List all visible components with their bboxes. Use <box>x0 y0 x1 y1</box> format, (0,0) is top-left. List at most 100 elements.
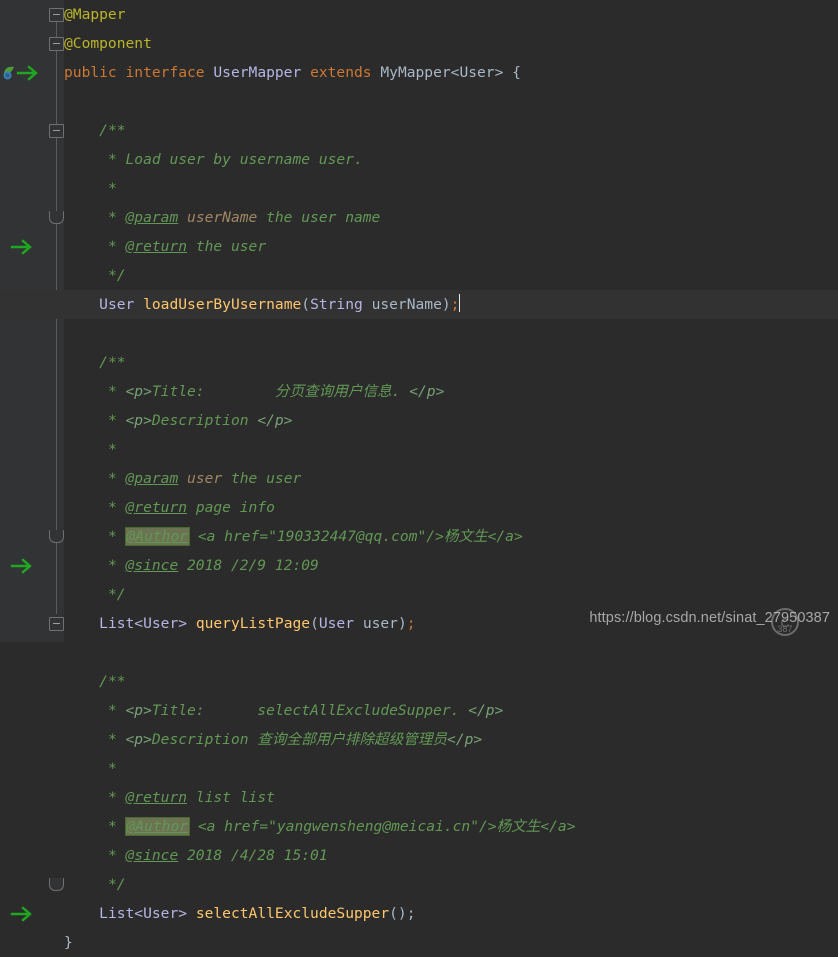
code-token: List<User> <box>99 615 188 632</box>
code-token: * <box>107 702 126 719</box>
code-line[interactable]: */ <box>108 580 126 609</box>
navigate-to-statement-arrow-icon[interactable] <box>8 237 36 257</box>
code-token: <a href="190332447@qq.com"/>杨文生</a> <box>189 528 523 545</box>
code-token: queryListPage <box>195 615 311 632</box>
code-token: 2018 /4/28 15:01 <box>178 847 328 864</box>
code-token: </p> <box>447 731 483 748</box>
code-token: userName <box>371 296 442 313</box>
code-token: </p> <box>409 383 445 400</box>
code-line[interactable]: * @return the user <box>108 232 266 261</box>
code-line[interactable]: * @since 2018 /2/9 12:09 <box>108 551 319 580</box>
code-token: * <box>107 731 126 748</box>
code-folding-column[interactable] <box>43 0 64 891</box>
code-line[interactable]: List<User> queryListPage(User user); <box>99 609 415 638</box>
code-token: * <box>107 847 126 864</box>
code-token: MyMapper<User> { <box>380 64 521 81</box>
code-token: ( <box>301 296 311 313</box>
code-token: @return <box>125 789 188 806</box>
code-token: <p> <box>125 702 152 719</box>
code-token: * <box>107 789 126 806</box>
code-line[interactable]: /** <box>99 348 125 377</box>
code-line[interactable]: * @param user the user <box>108 464 301 493</box>
code-token: public <box>64 64 117 81</box>
code-token: * <box>107 760 117 777</box>
navigate-to-statement-arrow-icon[interactable] <box>8 556 36 576</box>
code-line[interactable]: * @Author <a href="yangwensheng@meicai.c… <box>108 812 575 841</box>
fold-collapse-marker[interactable] <box>49 617 64 631</box>
code-line[interactable]: * <p>Description 查询全部用户排除超级管理员</p> <box>108 725 482 754</box>
code-token: * <box>107 209 126 226</box>
code-line[interactable]: * Load user by username user. <box>108 145 363 174</box>
code-line[interactable]: * <box>108 754 117 783</box>
code-token: * <box>107 238 126 255</box>
code-line[interactable]: * @since 2018 /4/28 15:01 <box>108 841 328 870</box>
code-token: /** <box>99 122 126 139</box>
code-token: </p> <box>468 702 504 719</box>
code-token: </p> <box>257 412 293 429</box>
code-token: user <box>362 615 398 632</box>
fold-region-end-marker[interactable] <box>49 530 64 543</box>
code-line[interactable]: * <p>Title: 分页查询用户信息. </p> <box>108 377 444 406</box>
code-token: /** <box>99 673 126 690</box>
code-token: /** <box>99 354 126 371</box>
code-line[interactable]: * @param userName the user name <box>108 203 380 232</box>
code-token: loadUserByUsername <box>143 296 302 313</box>
code-token: UserMapper <box>213 64 302 81</box>
code-line[interactable]: /** <box>99 116 125 145</box>
code-line[interactable]: */ <box>108 261 126 290</box>
code-token: User <box>99 296 135 313</box>
code-token: */ <box>107 267 126 284</box>
code-line[interactable]: * @return page info <box>108 493 275 522</box>
code-editor[interactable]: @Mapper @Component public interface UserMa… <box>0 0 838 951</box>
code-line[interactable]: * <box>108 435 117 464</box>
code-token: selectAllExcludeSupper <box>195 905 390 922</box>
code-line[interactable]: * <p>Title: selectAllExcludeSupper. </p> <box>108 696 503 725</box>
code-token: * <box>107 557 126 574</box>
code-token: user <box>187 470 223 487</box>
text-caret <box>459 294 461 312</box>
code-line[interactable]: } <box>64 928 73 957</box>
code-token: User <box>318 615 355 632</box>
code-text-area[interactable]: @Mapper @Component public interface UserMa… <box>0 0 838 951</box>
code-line[interactable]: * @return list list <box>108 783 275 812</box>
code-line[interactable]: * <p>Description </p> <box>108 406 293 435</box>
code-token: @param <box>125 209 179 226</box>
navigate-to-statement-arrow-icon[interactable] <box>14 63 42 83</box>
navigate-to-statement-arrow-icon[interactable] <box>8 904 36 924</box>
code-line[interactable]: @Component <box>64 29 152 58</box>
editor-gutter[interactable] <box>0 0 43 642</box>
fold-collapse-marker[interactable] <box>49 124 64 138</box>
code-token: @Mapper <box>64 6 126 23</box>
code-token: (); <box>389 905 416 922</box>
fold-collapse-marker[interactable] <box>49 37 64 51</box>
code-line[interactable]: public interface UserMapper extends MyMa… <box>64 58 521 87</box>
code-token: Description <box>151 412 258 429</box>
code-line[interactable]: @Mapper <box>64 0 126 29</box>
code-token: <p> <box>125 731 152 748</box>
code-line[interactable]: * <box>108 174 117 203</box>
code-line[interactable]: */ <box>108 870 126 899</box>
code-token: * <box>107 470 126 487</box>
code-token: ( <box>310 615 319 632</box>
code-token: the user name <box>257 209 381 226</box>
code-line[interactable]: /** <box>99 667 125 696</box>
code-line[interactable]: * @Author <a href="190332447@qq.com"/>杨文… <box>108 522 523 551</box>
code-token: @return <box>125 238 188 255</box>
code-line[interactable]: User loadUserByUsername(String userName)… <box>99 290 461 319</box>
fold-region-end-marker[interactable] <box>49 211 64 224</box>
code-line[interactable]: List<User> selectAllExcludeSupper(); <box>99 899 415 928</box>
code-token: @since <box>125 557 179 574</box>
code-token: @Author <box>125 818 190 835</box>
code-token: ; <box>406 615 416 632</box>
watermark-url: https://blog.csdn.net/sinat_27950387 <box>589 610 830 626</box>
code-token: */ <box>107 586 126 603</box>
fold-region-end-marker[interactable] <box>49 878 64 891</box>
fold-collapse-marker[interactable] <box>49 8 64 22</box>
